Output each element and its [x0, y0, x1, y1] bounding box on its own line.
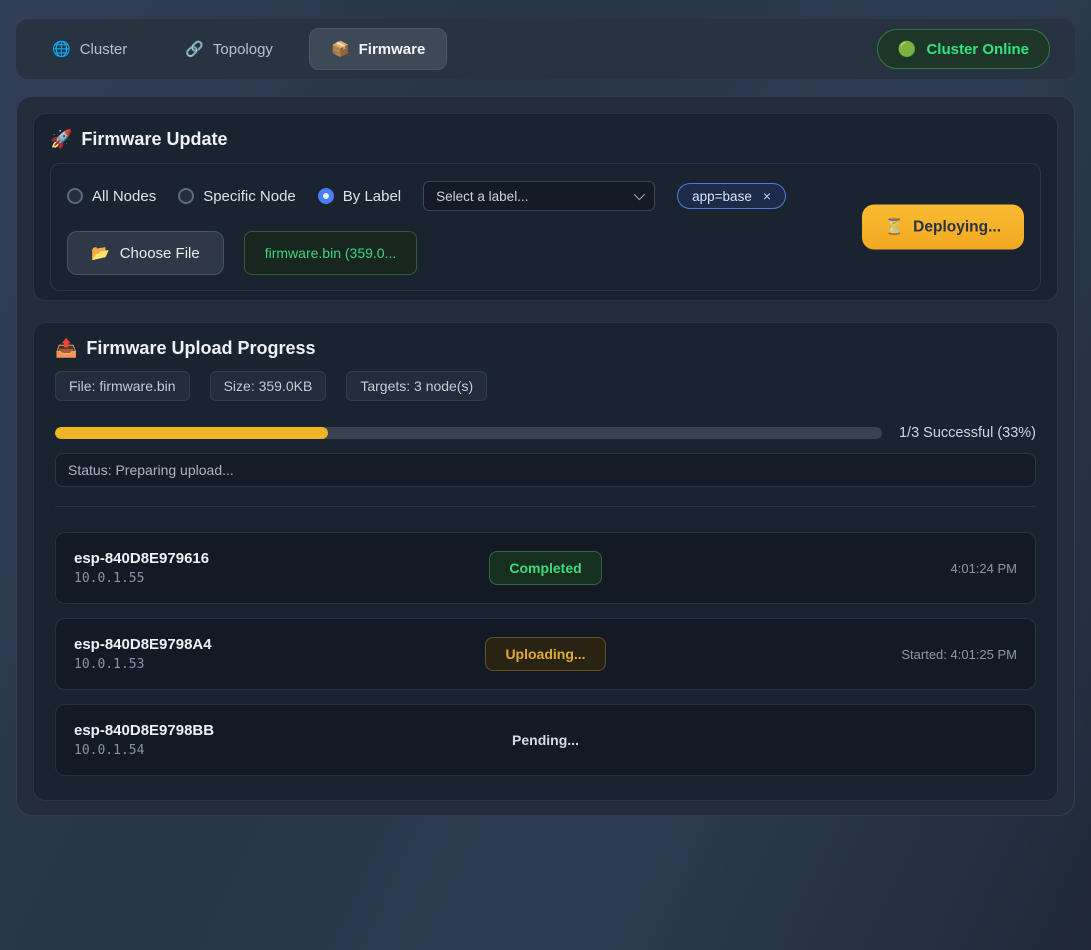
node-status: Completed	[489, 551, 601, 585]
upload-progress-title: 📤 Firmware Upload Progress	[55, 338, 1036, 359]
node-name: esp-840D8E979616	[74, 550, 209, 567]
node-row: esp-840D8E9798A4 10.0.1.53 Uploading... …	[55, 618, 1036, 690]
upload-meta-badges: File: firmware.bin Size: 359.0KB Targets…	[55, 371, 1036, 401]
deploy-button[interactable]: ⏳ Deploying...	[862, 205, 1024, 250]
tab-firmware[interactable]: 📦 Firmware	[309, 28, 447, 70]
node-row: esp-840D8E979616 10.0.1.55 Completed 4:0…	[55, 532, 1036, 604]
radio-specific-node[interactable]: Specific Node	[178, 188, 296, 205]
tab-topology-label: Topology	[213, 41, 273, 58]
size-badge: Size: 359.0KB	[210, 371, 327, 401]
label-tag-app-base[interactable]: app=base ×	[677, 183, 786, 209]
top-nav: 🌐 Cluster 🔗 Topology 📦 Firmware 🟢 Cluste…	[16, 19, 1075, 79]
label-select[interactable]: Select a label...	[423, 181, 655, 211]
green-circle-icon: 🟢	[898, 40, 917, 58]
progress-bar-track	[55, 427, 882, 439]
node-timestamp: 4:01:24 PM	[951, 561, 1018, 576]
cluster-status-badge: 🟢 Cluster Online	[877, 29, 1050, 69]
selected-file-box: firmware.bin (359.0...	[244, 231, 418, 275]
node-ip: 10.0.1.55	[74, 571, 209, 586]
radio-specific-node-label: Specific Node	[203, 188, 296, 205]
radio-all-nodes-label: All Nodes	[92, 188, 156, 205]
node-status: Pending...	[512, 724, 579, 756]
radio-by-label-label: By Label	[343, 188, 401, 205]
choose-file-label: Choose File	[120, 245, 200, 262]
node-identity: esp-840D8E979616 10.0.1.55	[74, 550, 209, 586]
rocket-icon: 🚀	[50, 129, 72, 150]
section-divider	[55, 506, 1036, 507]
chevron-down-icon	[634, 189, 645, 200]
upload-progress-title-text: Firmware Upload Progress	[86, 338, 315, 359]
status-badge: Uploading...	[485, 637, 605, 671]
status-box: Status: Preparing upload...	[55, 453, 1036, 487]
globe-icon: 🌐	[52, 40, 71, 58]
node-list: esp-840D8E979616 10.0.1.55 Completed 4:0…	[55, 532, 1036, 776]
upload-progress-card: 📤 Firmware Upload Progress File: firmwar…	[33, 322, 1058, 801]
progress-row: 1/3 Successful (33%)	[55, 425, 1036, 441]
firmware-update-card: 🚀 Firmware Update All Nodes Specific Nod…	[33, 113, 1058, 301]
radio-circle-icon[interactable]	[178, 188, 194, 204]
radio-circle-icon[interactable]	[318, 188, 334, 204]
hourglass-icon: ⏳	[885, 218, 904, 237]
node-identity: esp-840D8E9798BB 10.0.1.54	[74, 722, 214, 758]
firmware-update-title-text: Firmware Update	[81, 129, 227, 150]
link-icon: 🔗	[185, 40, 204, 58]
status-badge: Completed	[489, 551, 601, 585]
node-name: esp-840D8E9798BB	[74, 722, 214, 739]
node-row: esp-840D8E9798BB 10.0.1.54 Pending...	[55, 704, 1036, 776]
selected-file-name: firmware.bin (359.0...	[265, 245, 397, 261]
radio-all-nodes[interactable]: All Nodes	[67, 188, 156, 205]
label-tag-text: app=base	[692, 189, 752, 204]
folder-icon: 📂	[91, 244, 110, 262]
progress-bar-fill	[55, 427, 328, 439]
status-badge: Pending...	[512, 724, 579, 756]
deploy-form: All Nodes Specific Node By Label Select …	[50, 163, 1041, 291]
targets-badge: Targets: 3 node(s)	[346, 371, 487, 401]
label-select-placeholder: Select a label...	[436, 189, 528, 204]
tab-cluster[interactable]: 🌐 Cluster	[30, 28, 149, 70]
main-content: 🚀 Firmware Update All Nodes Specific Nod…	[16, 96, 1075, 816]
node-identity: esp-840D8E9798A4 10.0.1.53	[74, 636, 212, 672]
node-ip: 10.0.1.53	[74, 657, 212, 672]
tab-firmware-label: Firmware	[359, 41, 426, 58]
package-icon: 📦	[331, 40, 350, 58]
node-status: Uploading...	[485, 637, 605, 671]
node-timestamp: Started: 4:01:25 PM	[901, 647, 1017, 662]
tab-topology[interactable]: 🔗 Topology	[163, 28, 295, 70]
choose-file-button[interactable]: 📂 Choose File	[67, 231, 224, 275]
outbox-tray-icon: 📤	[55, 338, 77, 359]
radio-circle-icon[interactable]	[67, 188, 83, 204]
tag-remove-icon[interactable]: ×	[763, 188, 771, 204]
cluster-status-label: Cluster Online	[926, 41, 1029, 58]
firmware-update-title: 🚀 Firmware Update	[50, 129, 1041, 150]
progress-label: 1/3 Successful (33%)	[899, 425, 1036, 441]
radio-by-label[interactable]: By Label	[318, 188, 401, 205]
node-ip: 10.0.1.54	[74, 743, 214, 758]
deploy-button-label: Deploying...	[913, 218, 1001, 236]
tab-cluster-label: Cluster	[80, 41, 128, 58]
node-name: esp-840D8E9798A4	[74, 636, 212, 653]
file-badge: File: firmware.bin	[55, 371, 190, 401]
